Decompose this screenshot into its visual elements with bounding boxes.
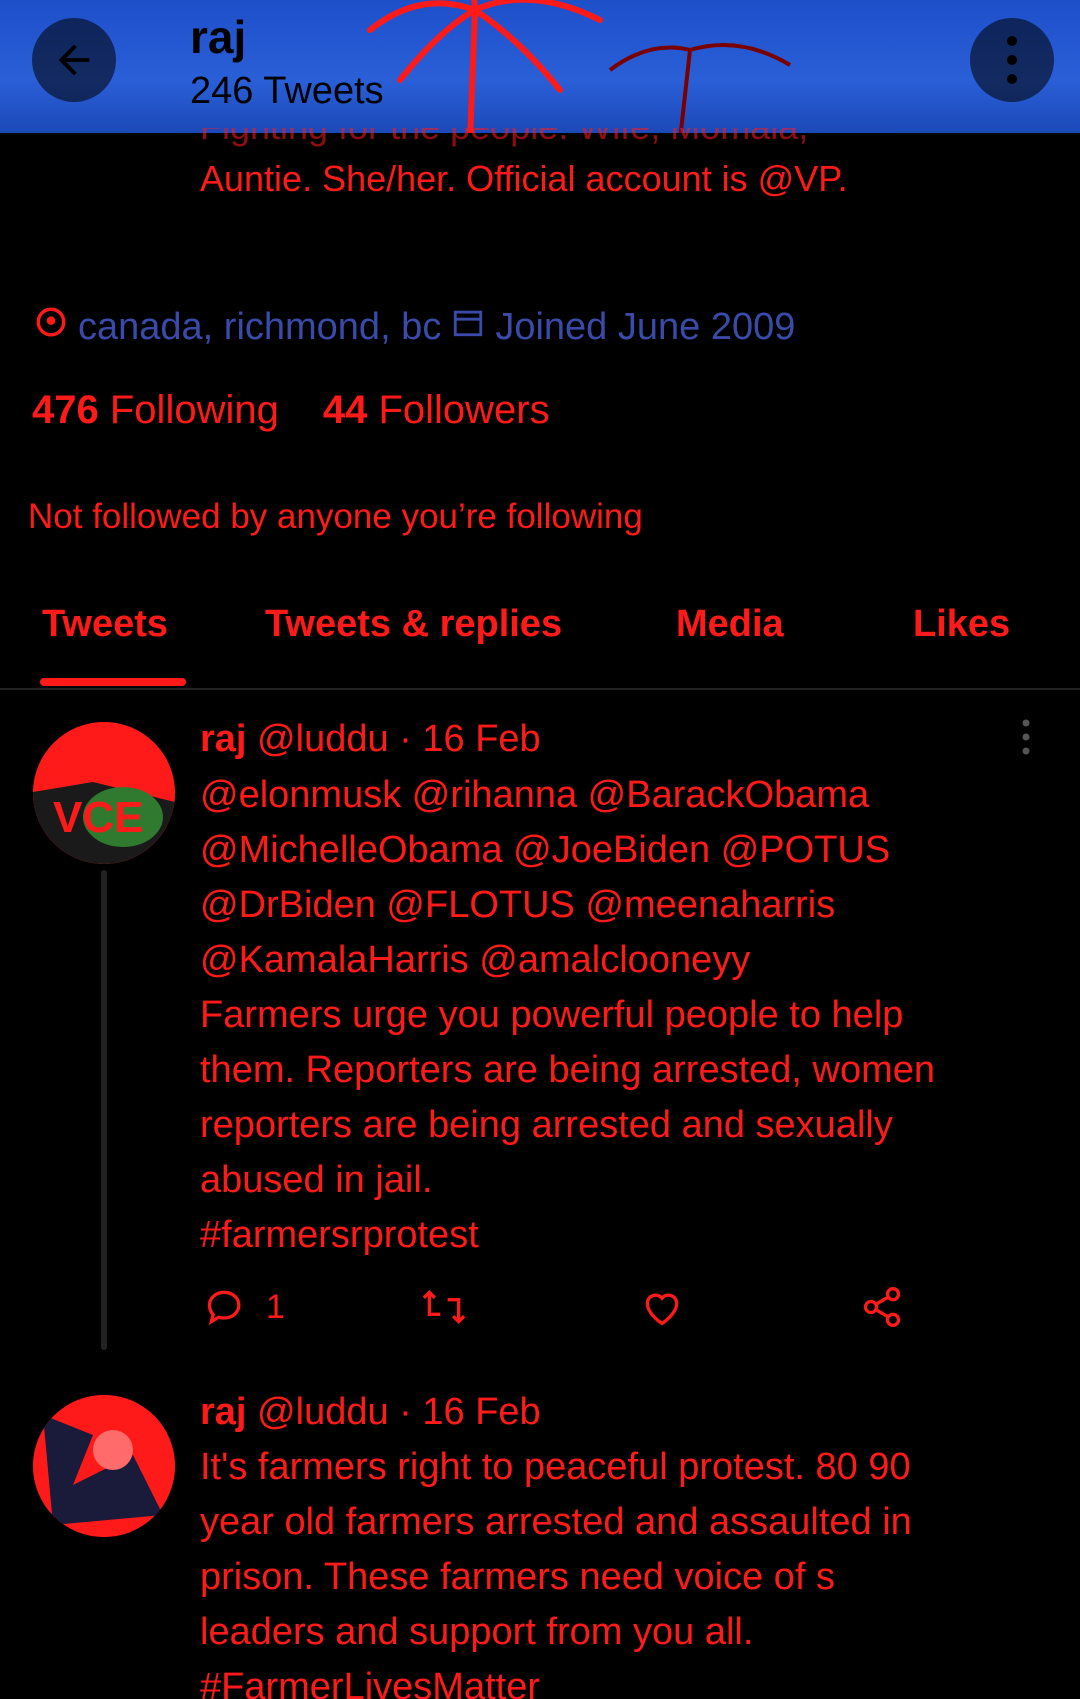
tweet-text: @elonmusk @rihanna @BarackObama @Michell…	[200, 774, 936, 1256]
location-pin-icon	[34, 305, 68, 349]
retweet-icon	[422, 1289, 466, 1325]
bio-text: Auntie. She/her. Official account is @VP…	[200, 158, 848, 199]
profile-header: raj 246 Tweets	[0, 0, 1080, 133]
calendar-icon	[451, 305, 485, 349]
profile-meta: canada, richmond, bc Joined June 2009	[34, 305, 795, 349]
tab-likes[interactable]: Likes	[913, 603, 1010, 646]
following-label: Following	[109, 388, 279, 432]
joined-date: Joined June 2009	[495, 305, 796, 348]
profile-tabs: Tweets Tweets & replies Media Likes	[0, 590, 1080, 690]
followers-count: 44	[322, 388, 368, 432]
back-button[interactable]	[32, 18, 116, 102]
tweet-text: It's farmers right to peaceful protest. …	[200, 1446, 912, 1699]
tweet-more-icon[interactable]	[1016, 717, 1036, 757]
palm-tree-banner-image	[367, 0, 792, 133]
tweet-header: raj @luddu · 16 Feb	[200, 718, 541, 761]
tweet-actions: 1	[200, 1285, 960, 1341]
vertical-dots-icon	[1007, 36, 1017, 84]
tweet-count: 246 Tweets	[190, 70, 384, 112]
retweet-button[interactable]	[420, 1285, 468, 1329]
following-count: 476	[32, 388, 99, 432]
tab-tweets[interactable]: Tweets	[42, 603, 168, 646]
thread-line	[101, 870, 107, 1350]
avatar[interactable]	[33, 1395, 175, 1537]
tweet-handle-date: @luddu · 16 Feb	[257, 1391, 541, 1433]
tweet-handle-date: @luddu · 16 Feb	[257, 718, 541, 760]
share-button[interactable]	[860, 1285, 904, 1329]
avatar[interactable]: VCE	[33, 722, 175, 864]
active-tab-indicator	[40, 678, 186, 686]
back-arrow-icon	[58, 44, 90, 76]
share-icon	[863, 1287, 901, 1327]
avatar-image	[33, 1395, 175, 1537]
reply-button[interactable]: 1	[204, 1285, 285, 1329]
more-options-button[interactable]	[970, 18, 1054, 102]
following-link[interactable]: 476 Following	[32, 388, 279, 433]
reply-icon	[207, 1290, 241, 1326]
tab-media[interactable]: Media	[676, 603, 784, 646]
not-followed-notice: Not followed by anyone you’re following	[28, 497, 643, 536]
tweet-author-name[interactable]: raj	[200, 718, 246, 760]
location-text: canada, richmond, bc	[78, 305, 442, 348]
followers-label: Followers	[378, 388, 550, 432]
like-button[interactable]	[640, 1285, 684, 1329]
tweet-author-name[interactable]: raj	[200, 1391, 246, 1433]
heart-icon	[645, 1293, 679, 1326]
reply-count: 1	[266, 1287, 285, 1326]
followers-link[interactable]: 44 Followers	[323, 388, 550, 433]
profile-name-title: raj	[190, 11, 247, 63]
avatar-image: VCE	[33, 722, 175, 864]
svg-text:VCE: VCE	[53, 793, 143, 842]
follow-stats: 476 Following 44 Followers	[32, 388, 550, 433]
tweet-header: raj @luddu · 16 Feb	[200, 1391, 541, 1434]
tab-tweets-and-replies[interactable]: Tweets & replies	[265, 603, 562, 646]
